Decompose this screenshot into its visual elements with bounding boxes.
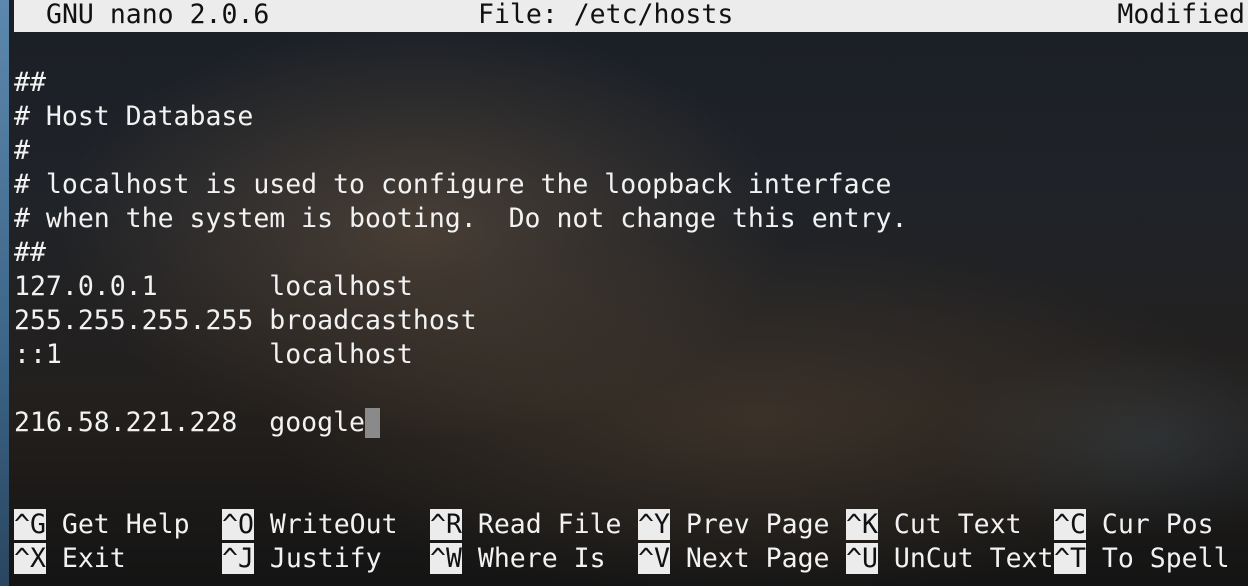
editor-line-6[interactable]: # when the system is booting. Do not cha… [14, 202, 907, 236]
shortcut-writeout[interactable]: ^O WriteOut [222, 508, 398, 542]
app-version: GNU nano 2.0.6 [46, 0, 270, 30]
editor-line-8[interactable]: 127.0.0.1 localhost [14, 270, 413, 304]
shortcut-label: Get Help [61, 509, 190, 540]
shortcut-cut-text[interactable]: ^K Cut Text [846, 508, 1022, 542]
editor-line-2[interactable]: ## [14, 66, 46, 100]
editor-line-10[interactable]: ::1 localhost [14, 338, 413, 372]
shortcut-key: ^W [430, 543, 462, 574]
file-name: File: /etc/hosts [478, 0, 734, 30]
shortcut-read-file[interactable]: ^R Read File [430, 508, 621, 542]
shortcut-label: Cut Text [893, 509, 1022, 540]
shortcut-label: Where Is [477, 543, 606, 574]
shortcut-label: Exit [61, 543, 126, 574]
shortcut-prev-page[interactable]: ^Y Prev Page [638, 508, 829, 542]
window-edge [0, 0, 9, 586]
shortcut-label: WriteOut [269, 509, 398, 540]
shortcut-key: ^O [222, 509, 254, 540]
text-cursor [365, 408, 380, 438]
shortcut-key: ^Y [638, 509, 670, 540]
editor-line-12[interactable]: 216.58.221.228 google [14, 406, 380, 440]
editor-line-9[interactable]: 255.255.255.255 broadcasthost [14, 304, 477, 338]
shortcut-key: ^R [430, 509, 462, 540]
shortcut-key: ^J [222, 543, 254, 574]
shortcut-label: Cur Pos [1101, 509, 1214, 540]
shortcut-label: Justify [269, 543, 382, 574]
shortcut-label: UnCut Text [893, 543, 1054, 574]
shortcut-next-page[interactable]: ^V Next Page [638, 542, 829, 576]
shortcut-key: ^G [14, 509, 46, 540]
terminal-window: GNU nano 2.0.6 File: /etc/hosts Modified… [0, 0, 1248, 586]
shortcut-uncut-text[interactable]: ^U UnCut Text [846, 542, 1053, 576]
editor-line-12-text: 216.58.221.228 google [14, 407, 365, 438]
shortcut-key: ^U [846, 543, 878, 574]
editor-line-4[interactable]: # [14, 134, 30, 168]
shortcut-key: ^C [1054, 509, 1086, 540]
shortcut-exit[interactable]: ^X Exit [14, 542, 126, 576]
shortcut-cur-pos[interactable]: ^C Cur Pos [1054, 508, 1214, 542]
shortcut-label: Next Page [685, 543, 830, 574]
modified-status: Modified [1117, 0, 1245, 30]
shortcut-get-help[interactable]: ^G Get Help [14, 508, 190, 542]
nano-title-bar: GNU nano 2.0.6 File: /etc/hosts Modified [14, 0, 1248, 32]
shortcut-label: Prev Page [685, 509, 830, 540]
shortcut-to-spell[interactable]: ^T To Spell [1054, 542, 1230, 576]
shortcut-key: ^K [846, 509, 878, 540]
editor-line-7[interactable]: ## [14, 236, 46, 270]
editor-line-5[interactable]: # localhost is used to configure the loo… [14, 168, 892, 202]
shortcut-key: ^V [638, 543, 670, 574]
shortcut-key: ^X [14, 543, 46, 574]
editor-line-3[interactable]: # Host Database [14, 100, 253, 134]
shortcut-label: Read File [477, 509, 622, 540]
shortcut-label: To Spell [1101, 543, 1230, 574]
shortcut-justify[interactable]: ^J Justify [222, 542, 382, 576]
shortcut-where-is[interactable]: ^W Where Is [430, 542, 606, 576]
shortcut-key: ^T [1054, 543, 1086, 574]
